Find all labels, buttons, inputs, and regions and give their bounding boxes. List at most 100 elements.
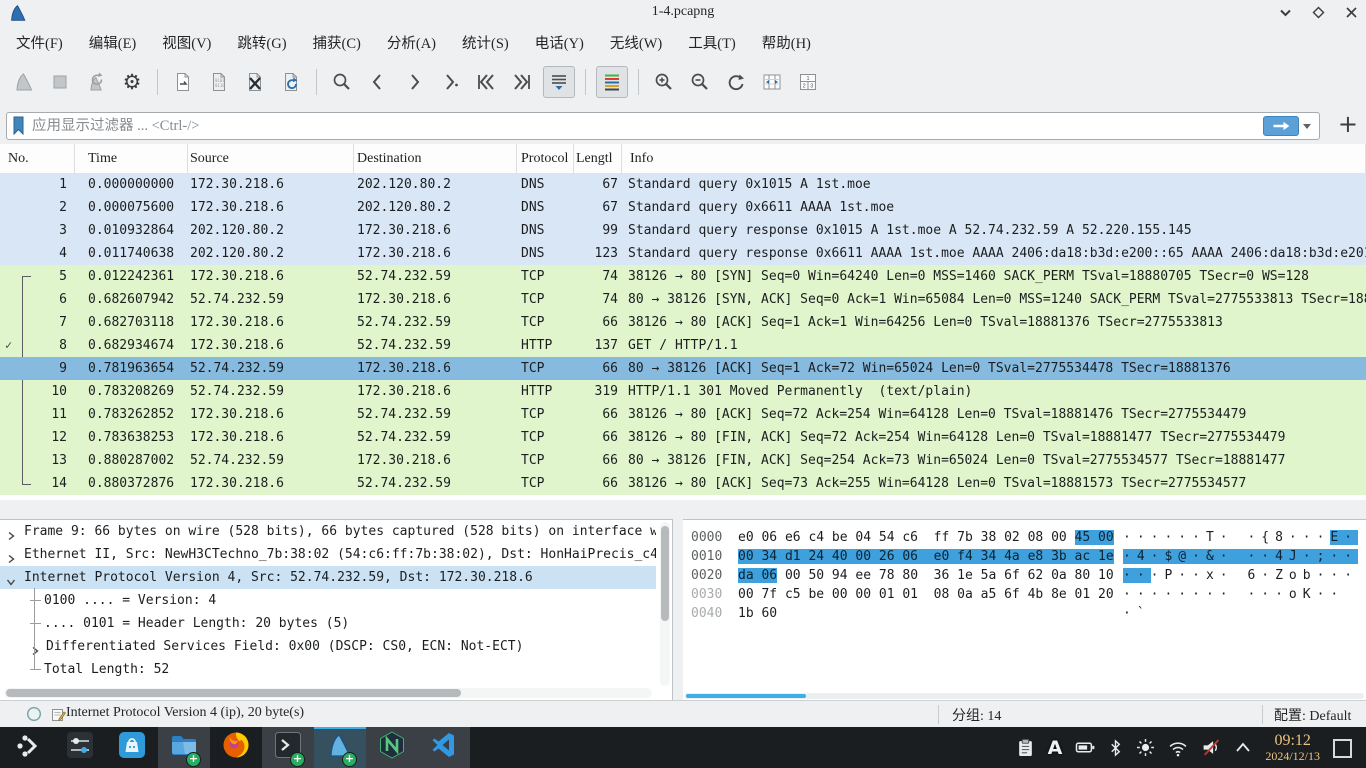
close-file-button[interactable] xyxy=(240,67,270,97)
column-header-destination[interactable]: Destination xyxy=(354,144,517,173)
tray-wifi-icon[interactable] xyxy=(1168,738,1188,757)
packet-row-2[interactable]: 20.000075600172.30.218.6202.120.80.2DNS6… xyxy=(0,196,1366,219)
next-packet-button[interactable] xyxy=(399,67,429,97)
tray-volume-muted-icon[interactable] xyxy=(1201,738,1221,757)
details-vertical-scrollbar[interactable] xyxy=(660,522,670,686)
minimize-button[interactable] xyxy=(1278,5,1292,19)
open-file-button[interactable] xyxy=(168,67,198,97)
taskbar-item-firefox[interactable] xyxy=(210,727,262,768)
detail-line-6[interactable]: Differentiated Services Field: 0x00 (DSC… xyxy=(0,635,656,658)
expand-chevron-icon[interactable] xyxy=(6,526,16,543)
column-header-source[interactable]: Source xyxy=(188,144,354,173)
menu-item-10[interactable]: 工具(T) xyxy=(684,30,740,55)
packet-row-5[interactable]: 50.012242361172.30.218.652.74.232.59TCP7… xyxy=(0,265,1366,288)
menu-item-7[interactable]: 统计(S) xyxy=(458,30,513,55)
menu-item-5[interactable]: 捕获(C) xyxy=(309,30,365,55)
menu-item-8[interactable]: 电话(Y) xyxy=(531,30,588,55)
hex-row-0030[interactable]: 003000 7f c5 be 00 00 01 01 08 0a a5 6f … xyxy=(683,585,1366,604)
colorize-button[interactable] xyxy=(596,66,628,98)
column-header-protocol[interactable]: Protocol xyxy=(517,144,574,173)
menu-item-2[interactable]: 编辑(E) xyxy=(85,30,141,55)
profile-status[interactable]: 配置: Default xyxy=(1274,705,1351,725)
hex-ascii: ·4·$@·&· ··4J·;·· xyxy=(1123,547,1358,566)
details-horizontal-scrollbar[interactable] xyxy=(4,688,652,698)
expert-info-icon[interactable] xyxy=(26,706,42,727)
zoom-in-button[interactable] xyxy=(649,67,679,97)
tray-brightness-icon[interactable] xyxy=(1136,738,1155,757)
taskbar-item-vscode[interactable] xyxy=(418,727,470,768)
last-packet-button[interactable] xyxy=(507,67,537,97)
detail-line-3[interactable]: Internet Protocol Version 4, Src: 52.74.… xyxy=(0,566,656,589)
maximize-button[interactable] xyxy=(1311,5,1325,19)
taskbar-item-neovim[interactable] xyxy=(366,727,418,768)
detail-line-7[interactable]: Total Length: 52 xyxy=(0,658,656,681)
packet-row-13[interactable]: 130.88028700252.74.232.59172.30.218.6TCP… xyxy=(0,449,1366,472)
menu-item-3[interactable]: 视图(V) xyxy=(158,30,215,55)
display-filter-input[interactable] xyxy=(30,117,1263,136)
taskbar-item-dolphin-file-manager[interactable]: + xyxy=(158,727,210,768)
hex-row-0010[interactable]: 001000 34 d1 24 40 00 26 06 e0 f4 34 4a … xyxy=(683,547,1366,566)
apply-filter-button[interactable] xyxy=(1263,116,1299,136)
tray-battery-icon[interactable] xyxy=(1075,739,1095,756)
column-header-time[interactable]: Time xyxy=(75,144,188,173)
layout-chooser-button[interactable]: 123 xyxy=(793,67,823,97)
close-button[interactable] xyxy=(1344,5,1358,19)
column-header-no[interactable]: No. xyxy=(0,144,75,173)
add-filter-button[interactable]: + xyxy=(1338,110,1358,138)
packet-row-3[interactable]: 30.010932864202.120.80.2172.30.218.6DNS9… xyxy=(0,219,1366,242)
menu-item-1[interactable]: 文件(F) xyxy=(12,30,67,55)
packet-row-11[interactable]: 110.783262852172.30.218.652.74.232.59TCP… xyxy=(0,403,1366,426)
packet-row-14[interactable]: 140.880372876172.30.218.652.74.232.59TCP… xyxy=(0,472,1366,495)
detail-line-1[interactable]: Frame 9: 66 bytes on wire (528 bits), 66… xyxy=(0,520,656,543)
clock[interactable]: 09:12 2024/12/13 xyxy=(1265,732,1320,763)
packet-row-10[interactable]: 100.78320826952.74.232.59172.30.218.6HTT… xyxy=(0,380,1366,403)
reload-file-button[interactable] xyxy=(276,67,306,97)
packet-row-1[interactable]: 10.000000000172.30.218.6202.120.80.2DNS6… xyxy=(0,173,1366,196)
goto-packet-button[interactable] xyxy=(435,67,465,97)
detail-line-2[interactable]: Ethernet II, Src: NewH3CTechno_7b:38:02 … xyxy=(0,543,656,566)
tray-expand-tray-icon[interactable] xyxy=(1234,739,1252,756)
hex-row-0020[interactable]: 0020da 06 00 50 94 ee 78 80 36 1e 5a 6f … xyxy=(683,566,1366,585)
taskbar-item-app-launcher[interactable] xyxy=(2,727,54,768)
menu-item-6[interactable]: 分析(A) xyxy=(383,30,440,55)
taskbar-item-system-settings[interactable] xyxy=(54,727,106,768)
detail-line-4[interactable]: 0100 .... = Version: 4 xyxy=(0,589,656,612)
auto-scroll-button[interactable] xyxy=(543,66,575,98)
hex-row-0040[interactable]: 00401b 60·` xyxy=(683,604,1366,623)
packet-row-7[interactable]: 70.682703118172.30.218.652.74.232.59TCP6… xyxy=(0,311,1366,334)
capture-options-button[interactable]: ⚙ xyxy=(117,67,147,97)
column-header-info[interactable]: Info xyxy=(622,144,1366,173)
expand-chevron-icon[interactable] xyxy=(30,641,40,658)
prev-packet-button[interactable] xyxy=(363,67,393,97)
tray-clipboard-icon[interactable] xyxy=(1016,738,1035,757)
show-desktop-button[interactable] xyxy=(1333,739,1352,758)
taskbar-item-wireshark[interactable]: + xyxy=(314,727,366,768)
packet-row-6[interactable]: 60.68260794252.74.232.59172.30.218.6TCP7… xyxy=(0,288,1366,311)
bytes-horizontal-scrollbar[interactable] xyxy=(685,693,1364,699)
title-bar[interactable]: 1-4.pcapng xyxy=(0,0,1366,26)
taskbar-item-konsole-terminal[interactable]: + xyxy=(262,727,314,768)
tray-keyboard-layout-icon[interactable]: A xyxy=(1048,737,1063,759)
resize-columns-button[interactable] xyxy=(757,67,787,97)
menu-item-9[interactable]: 无线(W) xyxy=(606,30,666,55)
detail-line-5[interactable]: .... 0101 = Header Length: 20 bytes (5) xyxy=(0,612,656,635)
find-packet-button[interactable] xyxy=(327,67,357,97)
menu-item-11[interactable]: 帮助(H) xyxy=(758,30,815,55)
packet-row-12[interactable]: 120.783638253172.30.218.652.74.232.59TCP… xyxy=(0,426,1366,449)
taskbar-item-discover[interactable] xyxy=(106,727,158,768)
first-packet-button[interactable] xyxy=(471,67,501,97)
menu-item-4[interactable]: 跳转(G) xyxy=(233,30,290,55)
tray-bluetooth-icon[interactable] xyxy=(1108,739,1123,757)
collapse-chevron-icon[interactable] xyxy=(6,572,16,589)
packet-row-9[interactable]: 90.78196365452.74.232.59172.30.218.6TCP6… xyxy=(0,357,1366,380)
column-header-lengtl[interactable]: Lengtl xyxy=(574,144,622,173)
packet-row-4[interactable]: 40.011740638202.120.80.2172.30.218.6DNS1… xyxy=(0,242,1366,265)
zoom-out-button[interactable] xyxy=(685,67,715,97)
filter-dropdown-caret[interactable] xyxy=(1303,124,1311,129)
capture-comment-icon[interactable] xyxy=(50,706,66,727)
filter-bookmark-icon[interactable] xyxy=(11,115,26,137)
packet-row-8[interactable]: ✓80.682934674172.30.218.652.74.232.59HTT… xyxy=(0,334,1366,357)
zoom-reset-button[interactable] xyxy=(721,67,751,97)
hex-row-0000[interactable]: 0000e0 06 e6 c4 be 04 54 c6 ff 7b 38 02 … xyxy=(683,528,1366,547)
expand-chevron-icon[interactable] xyxy=(6,549,16,566)
